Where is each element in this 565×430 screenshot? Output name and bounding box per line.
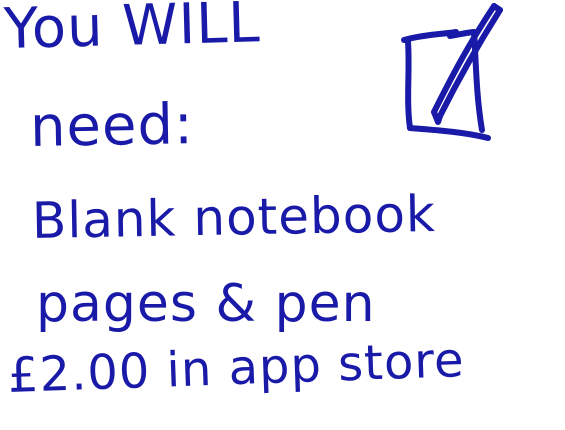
handwritten-note: You WILL need: Blank notebook pages & pe… [0, 0, 565, 430]
text-line-price: £2.00 in app store [7, 332, 466, 404]
notepad-pen-icon [401, 3, 503, 141]
text-line-blank-notebook: Blank notebook [31, 184, 437, 250]
text-line-need: need: [29, 92, 195, 160]
text-line-pages-pen: pages & pen [36, 274, 376, 334]
text-line-you-will: You WILL [3, 0, 262, 62]
